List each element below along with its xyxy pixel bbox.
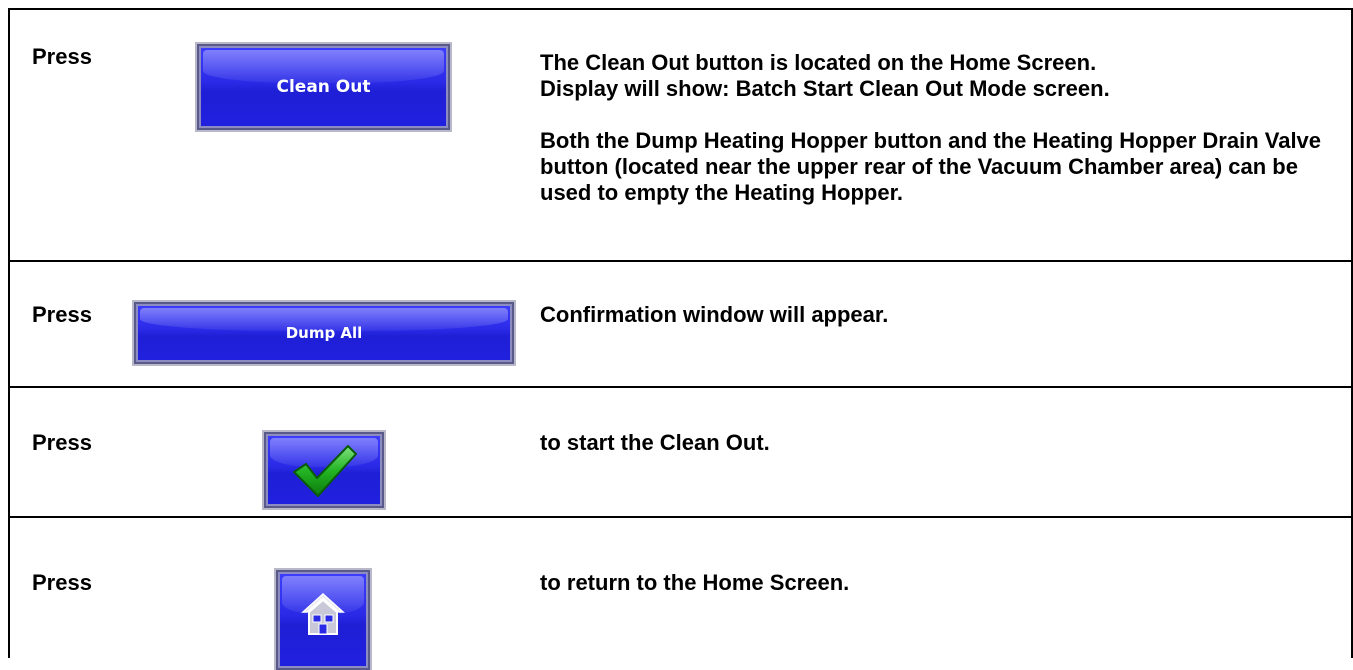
press-label: Press bbox=[32, 302, 92, 327]
step-description: Confirmation window will appear. bbox=[540, 302, 1331, 328]
step-row-home: Press to return to the Home Screen. bbox=[10, 516, 1351, 670]
press-label: Press bbox=[32, 570, 92, 595]
description-paragraph: to start the Clean Out. bbox=[540, 430, 770, 455]
home-icon bbox=[301, 592, 345, 635]
description-paragraph: The Clean Out button is located on the H… bbox=[540, 50, 1110, 101]
confirm-button[interactable] bbox=[264, 432, 384, 508]
press-label: Press bbox=[32, 44, 92, 69]
dump-all-button[interactable]: Dump All bbox=[134, 302, 514, 364]
home-button[interactable] bbox=[276, 570, 370, 670]
description-paragraph: to return to the Home Screen. bbox=[540, 570, 850, 595]
clean-out-button-label: Clean Out bbox=[276, 77, 371, 97]
step-description: The Clean Out button is located on the H… bbox=[540, 50, 1331, 206]
description-paragraph: Both the Dump Heating Hopper button and … bbox=[540, 128, 1322, 205]
step-row-dump-all: Press Dump All Confirmation window will … bbox=[10, 260, 1351, 386]
step-row-clean-out: Press Clean Out The Clean Out button is … bbox=[10, 10, 1351, 260]
clean-out-button[interactable]: Clean Out bbox=[197, 44, 450, 130]
step-description: to return to the Home Screen. bbox=[540, 570, 1331, 596]
press-label: Press bbox=[32, 430, 92, 455]
dump-all-button-label: Dump All bbox=[285, 324, 363, 342]
description-paragraph: Confirmation window will appear. bbox=[540, 302, 889, 327]
instruction-table: Press Clean Out The Clean Out button is … bbox=[8, 8, 1353, 670]
step-description: to start the Clean Out. bbox=[540, 430, 1331, 456]
checkmark-icon bbox=[293, 445, 357, 497]
step-row-confirm: Press to start the Clean Out. bbox=[10, 386, 1351, 516]
